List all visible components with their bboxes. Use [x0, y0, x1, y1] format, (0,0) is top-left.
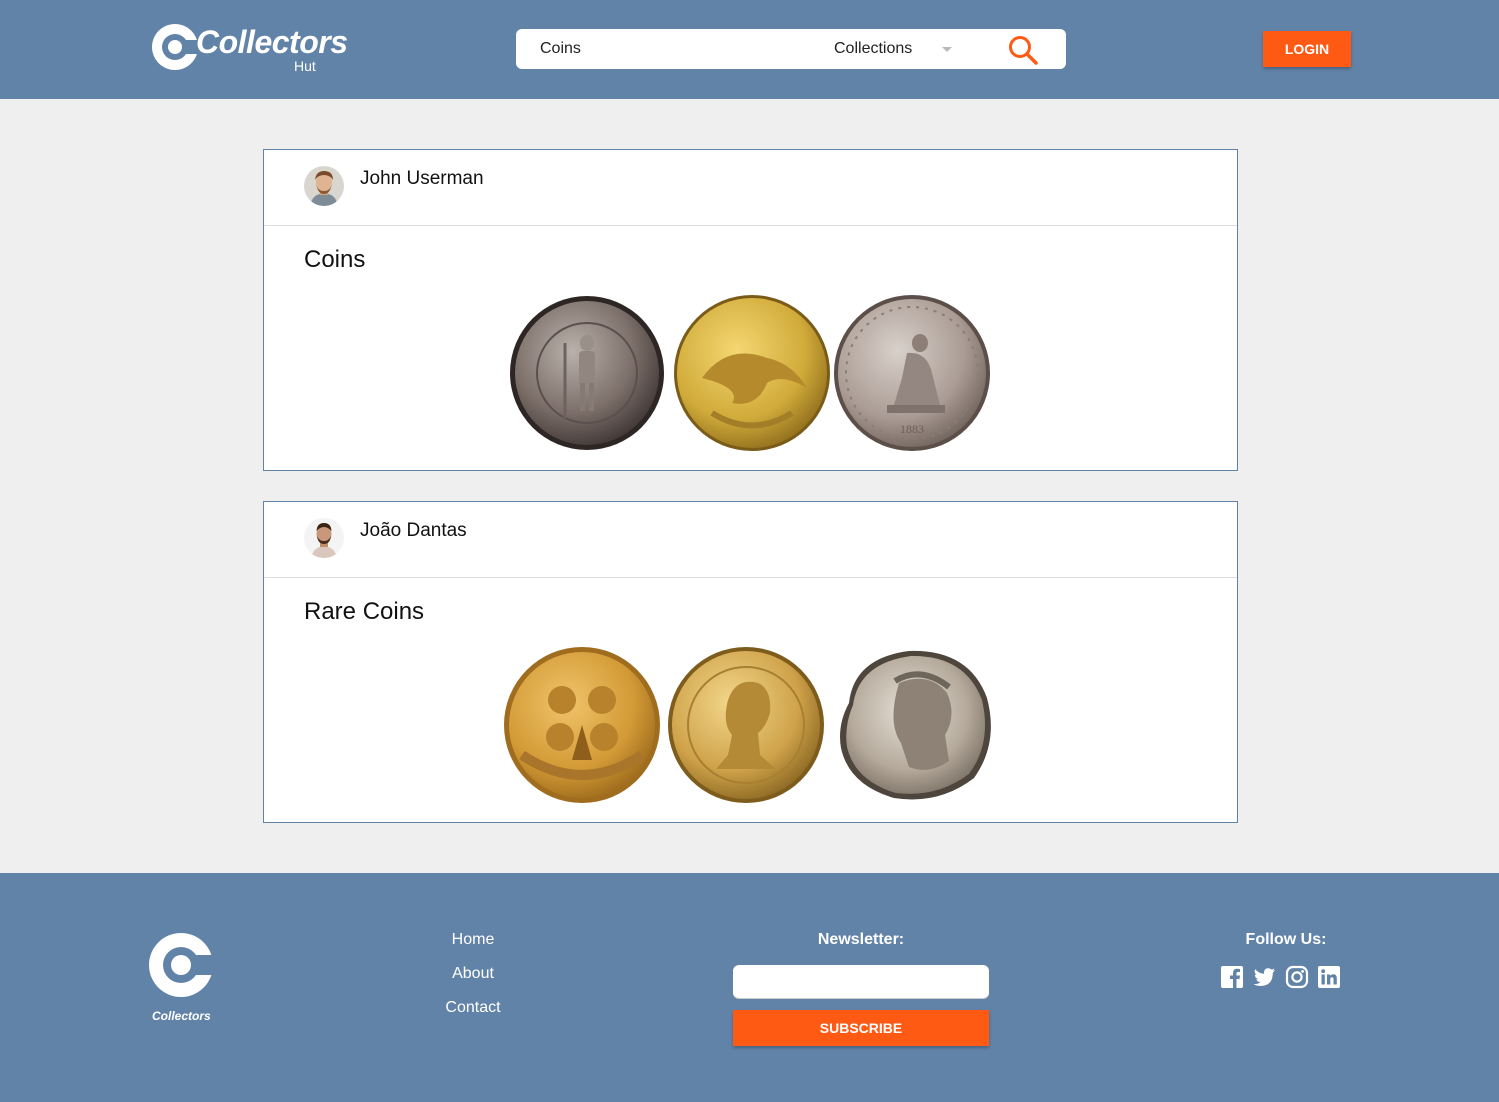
gold-portrait-coin[interactable]	[666, 645, 826, 805]
footer-link-about[interactable]: About	[413, 965, 533, 983]
footer-logo-wordmark: Collectors	[152, 1009, 211, 1023]
login-button[interactable]: LOGIN	[1263, 31, 1351, 67]
site-logo[interactable]: Collectors Hut	[150, 20, 348, 76]
newsletter-email-field[interactable]	[733, 965, 989, 999]
gold-eagle-coin[interactable]	[672, 293, 832, 453]
avatar[interactable]	[304, 518, 344, 558]
newsletter-label: Newsletter:	[817, 931, 905, 948]
roman-denarius-coin[interactable]	[829, 643, 999, 807]
logo-subtitle: Hut	[294, 58, 316, 74]
linkedin-icon[interactable]	[1317, 965, 1341, 989]
footer-logo[interactable]: Collectors	[148, 929, 220, 1029]
collection-card: João Dantas Rare Coins	[263, 501, 1238, 823]
user-name[interactable]: John Userman	[360, 168, 484, 190]
chevron-down-icon[interactable]	[942, 47, 952, 52]
silver-thaler-coin[interactable]	[507, 293, 667, 453]
instagram-icon[interactable]	[1285, 965, 1309, 989]
logo-c-icon	[152, 24, 200, 70]
svg-text:1883: 1883	[900, 422, 924, 436]
footer-link-contact[interactable]: Contact	[413, 999, 533, 1017]
search-icon[interactable]	[1006, 33, 1040, 67]
logo-wordmark: Collectors	[196, 24, 348, 60]
user-name[interactable]: João Dantas	[360, 520, 467, 542]
search-bar: Coins Collections	[516, 29, 1066, 69]
avatar[interactable]	[304, 166, 344, 206]
twitter-icon[interactable]	[1252, 965, 1276, 989]
collection-title[interactable]: Rare Coins	[304, 598, 424, 626]
search-input[interactable]: Coins	[540, 40, 581, 58]
subscribe-button[interactable]: SUBSCRIBE	[733, 1010, 989, 1046]
collection-title[interactable]: Coins	[304, 246, 365, 274]
follow-label: Follow Us:	[1245, 931, 1327, 948]
card-header: John Userman	[264, 150, 1237, 226]
footer-link-home[interactable]: Home	[413, 931, 533, 949]
site-header: Collectors Hut Coins Collections LOGIN	[0, 0, 1499, 99]
aviators-medal-coin[interactable]	[502, 645, 662, 805]
facebook-icon[interactable]	[1220, 965, 1244, 989]
trade-dollar-coin[interactable]: 1883	[832, 293, 992, 453]
category-select[interactable]: Collections	[834, 40, 912, 58]
collection-card: John Userman Coins 1883	[263, 149, 1238, 471]
coin-gallery	[264, 642, 1237, 812]
coin-gallery: 1883	[264, 290, 1237, 460]
card-header: João Dantas	[264, 502, 1237, 578]
site-footer: Collectors Home About Contact Newsletter…	[0, 873, 1499, 1102]
